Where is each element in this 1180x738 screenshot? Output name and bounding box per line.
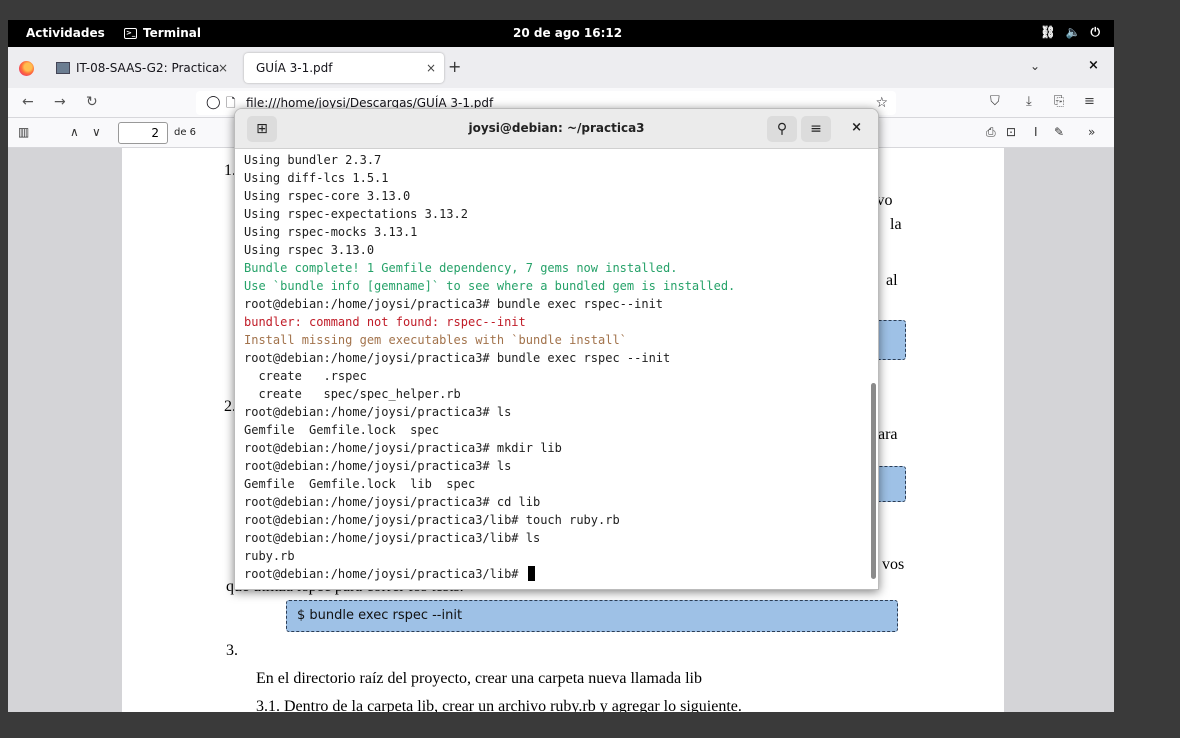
new-tab-button[interactable]: + [448, 57, 461, 76]
share-icon[interactable]: ⎘ [1054, 94, 1064, 109]
terminal-icon: >_ [124, 27, 137, 39]
app-menu[interactable]: >_ Terminal [124, 26, 201, 40]
close-icon[interactable]: × [218, 61, 228, 75]
tab-guia-pdf[interactable]: GUÍA 3-1.pdf × [244, 53, 444, 83]
save-icon[interactable]: ⊡ [1006, 125, 1016, 139]
reload-icon[interactable]: ↻ [86, 94, 98, 110]
window-close-button[interactable]: × [1088, 58, 1099, 73]
volume-icon: 🔈 [1065, 25, 1081, 39]
terminal-line: Gemfile Gemfile.lock lib spec [244, 477, 476, 491]
back-icon[interactable]: ← [22, 94, 34, 110]
terminal-line: root@debian:/home/joysi/practica3# bundl… [244, 351, 671, 365]
sidebar-toggle-icon[interactable]: ▥ [18, 125, 29, 139]
tab-list-button[interactable]: ⌄ [1030, 59, 1040, 73]
terminal-line: root@debian:/home/joysi/practica3# ls [244, 459, 512, 473]
text-tool-icon[interactable]: I [1034, 125, 1038, 139]
desktop: Actividades >_ Terminal 20 de ago 16:12 … [0, 0, 1180, 738]
terminal-line: Gemfile Gemfile.lock spec [244, 423, 440, 437]
activities-button[interactable]: Actividades [26, 26, 105, 40]
tab-label: IT-08-SAAS-G2: Practica [76, 61, 220, 75]
terminal-line: root@debian:/home/joysi/practica3# mkdir… [244, 441, 562, 455]
page-number-input[interactable]: 2 [118, 122, 168, 144]
terminal-prompt-line[interactable]: root@debian:/home/joysi/practica3/lib# [244, 565, 864, 583]
previous-page-icon[interactable]: ∧ [70, 125, 79, 139]
close-icon[interactable]: × [426, 61, 436, 75]
clock[interactable]: 20 de ago 16:12 [513, 26, 622, 40]
shield-icon[interactable]: ◯ [206, 91, 221, 115]
page-favicon-icon [56, 62, 70, 74]
terminal-line: Install missing gem executables with `bu… [244, 333, 627, 347]
menu-icon[interactable]: ≡ [801, 116, 831, 142]
terminal-line: create spec/spec_helper.rb [244, 387, 461, 401]
terminal-line: root@debian:/home/joysi/practica3/lib# l… [244, 531, 541, 545]
terminal-line: Using rspec 3.13.0 [244, 243, 375, 257]
tab-bar: IT-08-SAAS-G2: Practica × GUÍA 3-1.pdf ×… [8, 47, 1114, 88]
terminal-scrollbar[interactable] [871, 383, 876, 579]
terminal-line: root@debian:/home/joysi/practica3# ls [244, 405, 512, 419]
text-fragment: ara [878, 426, 898, 443]
power-icon: ⏻ [1090, 25, 1101, 39]
terminal-line: Using diff-lcs 1.5.1 [244, 171, 389, 185]
terminal-prompt: root@debian:/home/joysi/practica3/lib# [244, 567, 526, 581]
tab-practica[interactable]: IT-08-SAAS-G2: Practica × [46, 53, 236, 83]
system-tray[interactable]: ⛓ 🔈 ⏻ [1040, 25, 1100, 40]
text-line: 3.1. Dentro de la carpeta lib, crear un … [256, 698, 742, 712]
app-name: Terminal [143, 26, 202, 40]
menu-icon[interactable]: ≡ [1084, 94, 1095, 109]
text-fragment: al [886, 272, 898, 289]
terminal-output[interactable]: Using bundler 2.3.7 Using diff-lcs 1.5.1 U… [244, 151, 864, 583]
terminal-line: bundler: command not found: rspec--init [244, 315, 526, 329]
gnome-top-bar: Actividades >_ Terminal 20 de ago 16:12 … [8, 20, 1114, 47]
terminal-line: ruby.rb [244, 549, 295, 563]
firefox-icon[interactable] [19, 61, 34, 76]
terminal-line: create .rspec [244, 369, 367, 383]
text-fragment: la [890, 216, 902, 233]
terminal-window[interactable]: ⊞ joysi@debian: ~/practica3 ⚲ ≡ × Using … [234, 108, 879, 590]
terminal-line: root@debian:/home/joysi/practica3# cd li… [244, 495, 541, 509]
close-icon[interactable]: × [851, 120, 862, 135]
search-icon[interactable]: ⚲ [767, 116, 797, 142]
text-line: En el directorio raíz del proyecto, crea… [256, 670, 702, 687]
tab-label: GUÍA 3-1.pdf [256, 61, 333, 75]
code-block-rspec-init: $ bundle exec rspec --init [286, 600, 898, 632]
terminal-line: Using rspec-expectations 3.13.2 [244, 207, 468, 221]
list-number: 3. [226, 642, 238, 659]
more-tools-icon[interactable]: » [1088, 125, 1095, 139]
terminal-line: Using bundler 2.3.7 [244, 153, 382, 167]
terminal-line: Using rspec-mocks 3.13.1 [244, 225, 418, 239]
print-icon[interactable]: ⎙ [986, 125, 996, 140]
terminal-cursor [527, 566, 535, 581]
terminal-line: Using rspec-core 3.13.0 [244, 189, 411, 203]
network-icon: ⛓ [1040, 25, 1056, 39]
terminal-header-bar[interactable]: ⊞ joysi@debian: ~/practica3 ⚲ ≡ × [235, 109, 878, 149]
terminal-line: root@debian:/home/joysi/practica3# bundl… [244, 297, 664, 311]
text-fragment: vos [882, 556, 905, 573]
pocket-icon[interactable]: ⛉ [990, 94, 1000, 109]
forward-icon[interactable]: → [54, 94, 66, 110]
page-count: de 6 [174, 127, 197, 138]
terminal-line: root@debian:/home/joysi/practica3/lib# t… [244, 513, 620, 527]
terminal-line: Bundle complete! 1 Gemfile dependency, 7… [244, 261, 678, 275]
draw-tool-icon[interactable]: ✎ [1054, 125, 1064, 139]
terminal-line: Use `bundle info [gemname]` to see where… [244, 279, 736, 293]
downloads-icon[interactable]: ⤓ [1026, 94, 1032, 109]
next-page-icon[interactable]: ∨ [92, 125, 101, 139]
